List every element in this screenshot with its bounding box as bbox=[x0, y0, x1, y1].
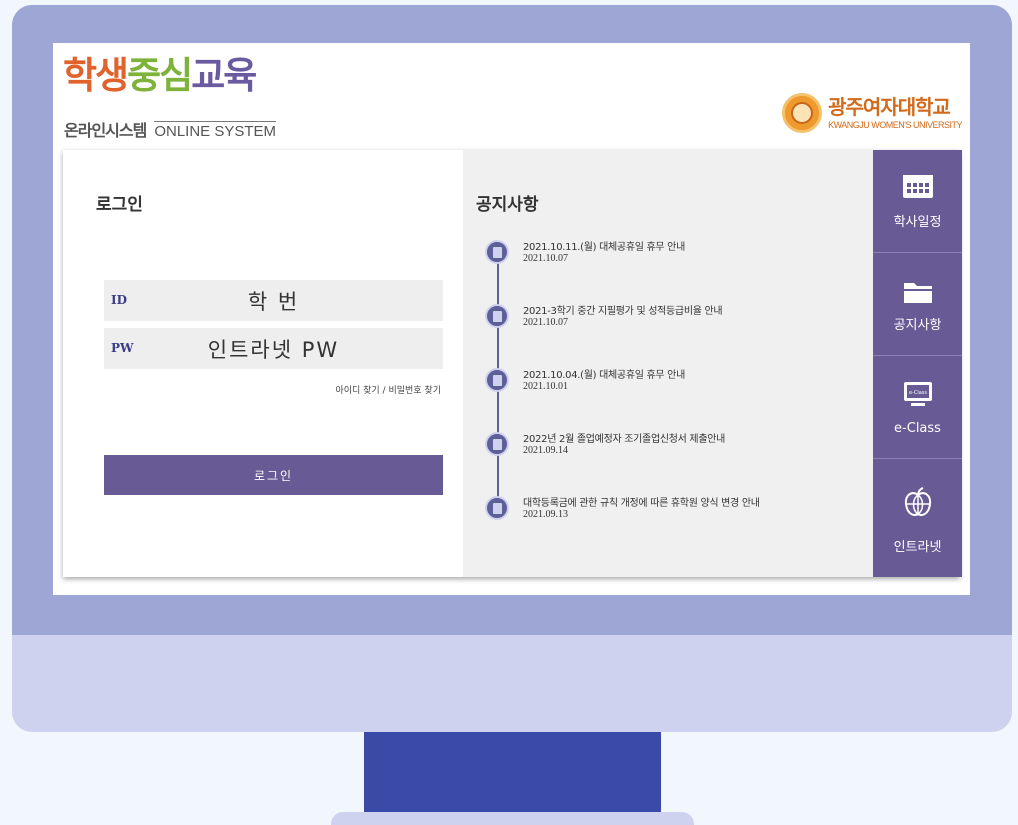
sidebar-item-eclass[interactable]: e-Class e-Class bbox=[873, 356, 962, 459]
monitor-icon: e-Class bbox=[904, 382, 932, 406]
university-logo[interactable]: 광주여자대학교 KWANGJU WOMEN'S UNIVERSITY bbox=[782, 93, 962, 133]
sidebar-item-label: 공지사항 bbox=[893, 318, 942, 333]
find-id-password-link[interactable]: 아이디 찾기 / 비밀번호 찾기 bbox=[335, 383, 441, 396]
sidebar-item-intranet[interactable]: 인트라넷 bbox=[873, 459, 962, 577]
main-panel: 로그인 ID 학 번 PW 인트라넷 PW 아이디 찾기 / 비밀번호 찾기 로… bbox=[63, 150, 962, 577]
monitor-screen: 학생중심교육 온라인시스템 ONLINE SYSTEM 광주여자대학교 KWAN… bbox=[53, 43, 970, 595]
notice-item-date: 2021.09.13 bbox=[523, 509, 568, 520]
logo-part-2: 중심 bbox=[127, 54, 193, 97]
calendar-icon bbox=[903, 175, 933, 198]
notice-item-date: 2021.10.07 bbox=[523, 253, 568, 264]
notice-item-title[interactable]: 2021-3학기 중간 지필평가 및 성적등급비율 안내 bbox=[523, 302, 723, 317]
notice-item-title[interactable]: 2021.10.04.(월) 대체공휴일 휴무 안내 bbox=[523, 366, 685, 381]
sidebar-item-notices[interactable]: 공지사항 bbox=[873, 253, 962, 356]
monitor-stand-neck bbox=[364, 732, 661, 814]
login-title: 로그인 bbox=[96, 195, 143, 215]
notice-item-date: 2021.09.14 bbox=[523, 445, 568, 456]
id-input[interactable]: 학 번 bbox=[104, 286, 443, 316]
university-emblem-icon bbox=[782, 93, 823, 133]
id-field[interactable]: ID 학 번 bbox=[104, 280, 443, 321]
notice-section: 공지사항 2021.10.11.(월) 대체공휴일 휴무 안내 2021.10.… bbox=[463, 150, 873, 577]
document-icon bbox=[485, 496, 509, 520]
document-icon bbox=[485, 432, 509, 456]
university-name-korean: 광주여자대학교 bbox=[828, 94, 951, 119]
logo-part-1: 학생 bbox=[63, 54, 129, 97]
monitor-frame: 학생중심교육 온라인시스템 ONLINE SYSTEM 광주여자대학교 KWAN… bbox=[12, 5, 1012, 732]
logo-subtitle: 온라인시스템 ONLINE SYSTEM bbox=[64, 117, 277, 141]
globe-apple-icon bbox=[904, 487, 932, 516]
logo-subtitle-korean: 온라인시스템 bbox=[64, 121, 147, 140]
logo-subtitle-english: ONLINE SYSTEM bbox=[154, 121, 277, 140]
notice-title: 공지사항 bbox=[476, 195, 539, 215]
monitor-stand-base bbox=[331, 812, 694, 825]
notice-item-title[interactable]: 대학등록금에 관한 규칙 개정에 따른 휴학원 양식 변경 안내 bbox=[523, 494, 760, 509]
sidebar-item-label: 인트라넷 bbox=[893, 540, 942, 555]
password-field[interactable]: PW 인트라넷 PW bbox=[104, 328, 443, 369]
login-section: 로그인 ID 학 번 PW 인트라넷 PW 아이디 찾기 / 비밀번호 찾기 로… bbox=[63, 150, 463, 577]
document-icon bbox=[485, 240, 509, 264]
folder-icon bbox=[904, 283, 932, 303]
document-icon bbox=[485, 304, 509, 328]
sidebar-item-academic-calendar[interactable]: 학사일정 bbox=[873, 150, 962, 253]
site-logo[interactable]: 학생중심교육 bbox=[63, 54, 257, 97]
logo-part-3: 교육 bbox=[191, 54, 257, 97]
notice-item-date: 2021.10.01 bbox=[523, 381, 568, 392]
sidebar-item-label: e-Class bbox=[894, 421, 941, 436]
notice-item-title[interactable]: 2022년 2월 졸업예정자 조기졸업신청서 제출안내 bbox=[523, 430, 725, 445]
sidebar-item-label: 학사일정 bbox=[893, 215, 942, 230]
monitor-icon-text: e-Class bbox=[909, 390, 927, 396]
notice-item-title[interactable]: 2021.10.11.(월) 대체공휴일 휴무 안내 bbox=[523, 238, 685, 253]
password-input[interactable]: 인트라넷 PW bbox=[104, 334, 443, 364]
login-button[interactable]: 로그인 bbox=[104, 455, 443, 495]
notice-item-date: 2021.10.07 bbox=[523, 317, 568, 328]
document-icon bbox=[485, 368, 509, 392]
quick-menu-sidebar: 학사일정 공지사항 e-Class e-Class 인트라넷 bbox=[873, 150, 962, 577]
university-name-english: KWANGJU WOMEN'S UNIVERSITY bbox=[828, 119, 962, 130]
